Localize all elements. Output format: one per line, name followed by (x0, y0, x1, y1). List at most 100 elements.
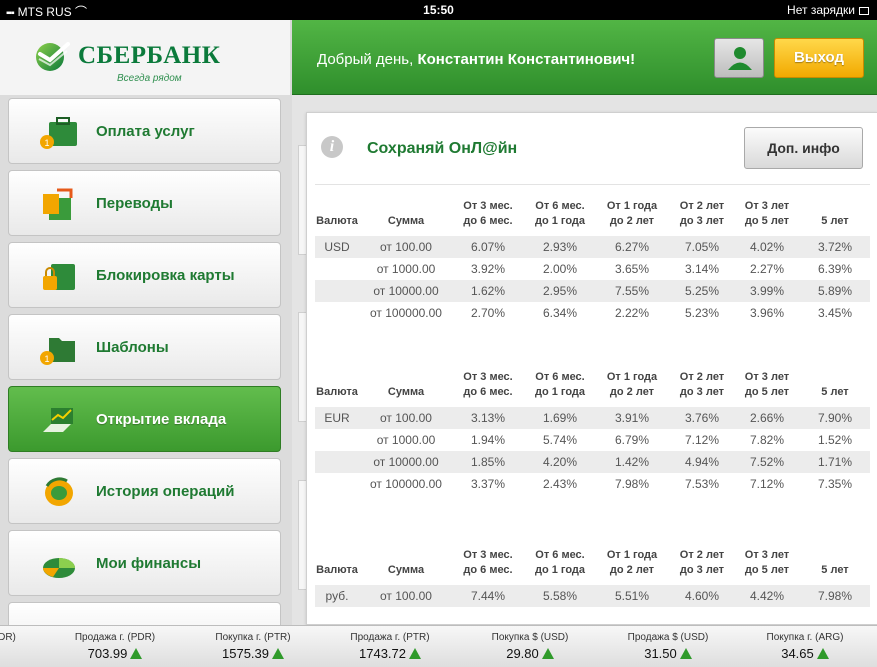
rate-cell: 2.93% (542, 240, 578, 254)
rate-cell: 1.42% (614, 455, 650, 469)
ticker-item: Покупка г. (ARG) 34.65 (740, 632, 870, 661)
currency-ticker: DR) Продажа г. (PDR) 703.99 Покупка г. (… (0, 625, 877, 667)
column-header: От 3 лет до 5 лет (744, 371, 790, 398)
currency-cell: руб. (325, 589, 349, 603)
table-row[interactable]: от 10000.00 1.62% 2.95% 7.55% 5.25% 3.99… (315, 280, 870, 302)
rate-cell: 5.74% (542, 433, 578, 447)
column-header: От 2 лет до 3 лет (679, 200, 725, 227)
sidebar: 1 Оплата услуг Переводы Блокировка карты… (0, 95, 292, 625)
rate-cell: 7.52% (749, 455, 785, 469)
rate-cell: 5.23% (684, 306, 720, 320)
sidebar-item-label: Открытие вклада (96, 411, 227, 428)
header-bar: Добрый день, Константин Константинович! … (292, 20, 877, 95)
user-icon (728, 47, 752, 70)
column-header: От 3 мес. до 6 мес. (463, 200, 513, 227)
ticker-value: 31.50 (603, 646, 733, 661)
rate-cell: 3.13% (470, 411, 506, 425)
rate-cell: 3.37% (470, 477, 506, 491)
ticker-item: Покупка г. (PTR) 1575.39 (188, 632, 318, 661)
amount-cell: от 10000.00 (373, 455, 439, 469)
table-row[interactable]: от 100000.00 2.70% 6.34% 2.22% 5.23% 3.9… (315, 302, 870, 324)
rate-cell: 7.98% (817, 589, 853, 603)
column-header: Сумма (387, 215, 425, 227)
rate-cell: 7.53% (684, 477, 720, 491)
sidebar-item-more[interactable] (8, 602, 281, 625)
sidebar-item-my-finances[interactable]: Мои финансы (8, 530, 281, 596)
rates-table-eur: Валюта Сумма От 3 мес. до 6 мес. От 6 ме… (315, 358, 870, 495)
rate-cell: 4.42% (749, 589, 785, 603)
table-row[interactable]: от 10000.00 1.85% 4.20% 1.42% 4.94% 7.52… (315, 451, 870, 473)
rate-cell: 1.69% (542, 411, 578, 425)
exit-button[interactable]: Выход (774, 38, 864, 78)
column-header: От 3 мес. до 6 мес. (463, 549, 513, 576)
amount-cell: от 100.00 (380, 240, 432, 254)
rate-cell: 2.27% (749, 262, 785, 276)
rate-cell: 7.12% (684, 433, 720, 447)
rate-cell: 2.43% (542, 477, 578, 491)
rate-cell: 3.45% (817, 306, 853, 320)
column-header: От 6 мес. до 1 года (534, 371, 586, 398)
rate-cell: 2.00% (542, 262, 578, 276)
table-row[interactable]: руб. от 100.00 7.44% 5.58% 5.51% 4.60% 4… (315, 585, 870, 607)
rate-cell: 1.85% (470, 455, 506, 469)
amount-cell: от 100.00 (380, 589, 432, 603)
rate-cell: 7.55% (614, 284, 650, 298)
history-icon (45, 477, 73, 506)
brand-slogan: Всегда рядом (117, 73, 182, 84)
svg-text:1: 1 (44, 354, 49, 364)
ticker-label: Покупка г. (ARG) (766, 632, 844, 643)
sidebar-item-templates[interactable]: 1 Шаблоны (8, 314, 281, 380)
rate-cell: 7.12% (749, 477, 785, 491)
info-icon[interactable]: i (321, 136, 343, 158)
folder-icon: 1 (40, 338, 75, 365)
amount-cell: от 1000.00 (376, 433, 436, 447)
sidebar-item-open-deposit[interactable]: Открытие вклада (8, 386, 281, 452)
column-header: Сумма (387, 386, 425, 398)
rate-cell: 2.22% (614, 306, 650, 320)
table-row[interactable]: от 1000.00 1.94% 5.74% 6.79% 7.12% 7.82%… (315, 429, 870, 451)
amount-cell: от 1000.00 (376, 262, 436, 276)
rate-cell: 1.52% (817, 433, 853, 447)
sidebar-item-transfers[interactable]: Переводы (8, 170, 281, 236)
sidebar-item-payments[interactable]: 1 Оплата услуг (8, 98, 281, 164)
table-row[interactable]: EUR от 100.00 3.13% 1.69% 3.91% 3.76% 2.… (315, 407, 870, 429)
sidebar-item-label: Мои финансы (96, 555, 202, 572)
column-header: От 2 лет до 3 лет (679, 371, 725, 398)
sberbank-logo-icon (36, 42, 70, 71)
status-bar: ▪▪▪ MTS RUS ⌒ 15:50 Нет зарядки (0, 0, 877, 20)
table-header: Валюта Сумма От 3 мес. до 6 мес. От 6 ме… (315, 536, 870, 585)
rate-cell: 1.62% (470, 284, 506, 298)
table-row[interactable]: USD от 100.00 6.07% 2.93% 6.27% 7.05% 4.… (315, 236, 870, 258)
rate-cell: 3.76% (684, 411, 720, 425)
ticker-item: Продажа $ (USD) 31.50 (603, 632, 733, 661)
rate-cell: 7.90% (817, 411, 853, 425)
rate-cell: 4.20% (542, 455, 578, 469)
rate-cell: 3.65% (614, 262, 650, 276)
rate-cell: 2.95% (542, 284, 578, 298)
ticker-value: 1575.39 (188, 646, 318, 661)
ticker-item: Покупка $ (USD) 29.80 (465, 632, 595, 661)
clock: 15:50 (423, 3, 454, 17)
table-row[interactable]: от 100000.00 3.37% 2.43% 7.98% 7.53% 7.1… (315, 473, 870, 495)
rates-table-usd: Валюта Сумма От 3 мес. до 6 мес. От 6 ме… (315, 187, 870, 324)
amount-cell: от 100.00 (380, 411, 432, 425)
greeting: Добрый день, Константин Константинович! (317, 51, 636, 68)
rate-cell: 3.96% (749, 306, 785, 320)
brand-name: СБЕРБАНК (78, 42, 221, 69)
column-header: От 3 лет до 5 лет (744, 549, 790, 576)
rate-cell: 4.60% (684, 589, 720, 603)
sidebar-item-history[interactable]: История операций (8, 458, 281, 524)
table-row[interactable]: от 1000.00 3.92% 2.00% 3.65% 3.14% 2.27%… (315, 258, 870, 280)
rate-cell: 6.34% (542, 306, 578, 320)
ticker-item: Продажа г. (PTR) 1743.72 (325, 632, 455, 661)
up-arrow-icon (541, 648, 554, 659)
rate-cell: 3.92% (470, 262, 506, 276)
more-info-button[interactable]: Доп. инфо (744, 127, 863, 169)
table-header: Валюта Сумма От 3 мес. до 6 мес. От 6 ме… (315, 187, 870, 236)
ticker-label: Покупка г. (PTR) (215, 632, 291, 643)
sidebar-item-card-block[interactable]: Блокировка карты (8, 242, 281, 308)
column-header: Валюта (316, 386, 358, 398)
rate-cell: 5.89% (817, 284, 853, 298)
profile-button[interactable] (714, 38, 764, 78)
rate-cell: 4.94% (684, 455, 720, 469)
